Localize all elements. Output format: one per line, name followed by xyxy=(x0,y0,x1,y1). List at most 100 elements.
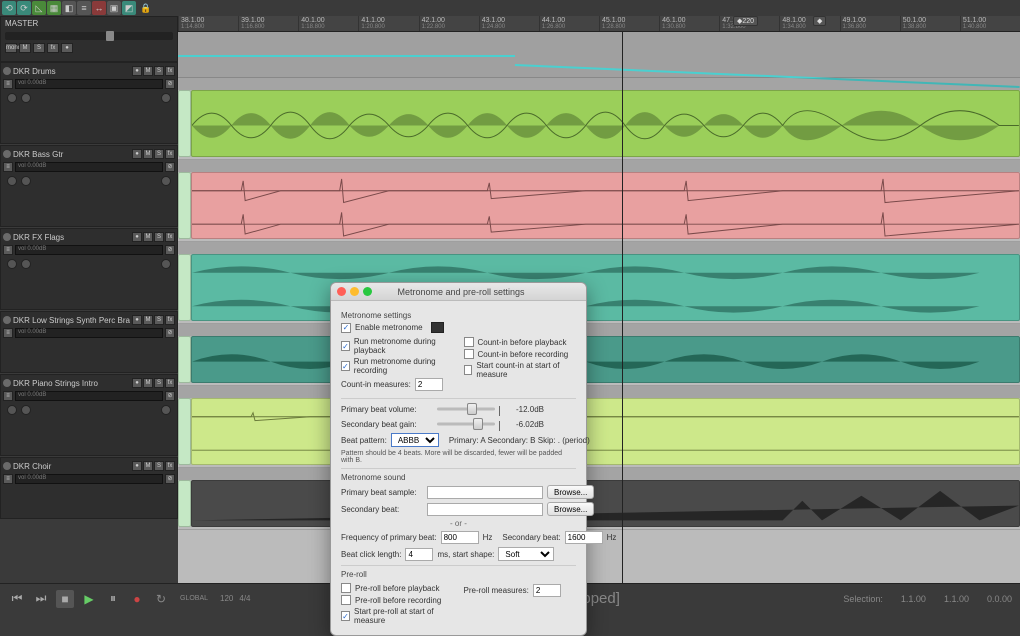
track-fx-button[interactable]: fx xyxy=(165,378,175,388)
selection-start[interactable]: 1.1.00 xyxy=(901,594,926,604)
track-phase-button[interactable]: ⊘ xyxy=(165,328,175,338)
track-lane[interactable] xyxy=(178,324,1020,386)
track-header[interactable]: DKR Low Strings Synth Perc Brass ● M S f… xyxy=(0,311,178,373)
track-color-dot[interactable] xyxy=(3,150,11,158)
track-solo-button[interactable]: S xyxy=(154,232,164,242)
track-send-knob[interactable] xyxy=(161,176,171,186)
run-playback-checkbox[interactable] xyxy=(341,341,350,351)
automation-mode[interactable]: GLOBAL xyxy=(180,595,208,603)
track-rec-button[interactable]: ● xyxy=(132,378,142,388)
track-pan-knob[interactable] xyxy=(7,405,17,415)
track-vol-readout[interactable]: vol 0.00dB xyxy=(15,328,163,338)
freq-primary-input[interactable] xyxy=(441,531,479,544)
track-phase-button[interactable]: ⊘ xyxy=(165,391,175,401)
audio-clip[interactable] xyxy=(191,336,1020,383)
track-solo-button[interactable]: S xyxy=(154,461,164,471)
record-button[interactable]: ● xyxy=(128,590,146,608)
track-phase-button[interactable]: ⊘ xyxy=(165,245,175,255)
track-send-knob[interactable] xyxy=(161,93,171,103)
tool-crossfade-icon[interactable]: ⟳ xyxy=(17,1,31,15)
countin-playback-checkbox[interactable] xyxy=(464,337,474,347)
track-fx-button[interactable]: fx xyxy=(165,315,175,325)
playhead[interactable] xyxy=(622,32,623,583)
tracks-scroll[interactable] xyxy=(178,32,1020,583)
secondary-gain-slider[interactable] xyxy=(437,418,495,430)
track-lane[interactable] xyxy=(178,242,1020,324)
ruler-cell[interactable]: 42.1.001:22.800 xyxy=(419,16,479,31)
ruler-cell[interactable]: 48.1.001:34.800 xyxy=(779,16,839,31)
countin-recording-checkbox[interactable] xyxy=(464,349,474,359)
tool-env-icon[interactable]: ◺ xyxy=(32,1,46,15)
track-trim-button[interactable]: ≡ xyxy=(3,79,13,89)
primary-sample-input[interactable] xyxy=(427,486,543,499)
track-trim-button[interactable]: ≡ xyxy=(3,328,13,338)
tool-move-icon[interactable]: ↔ xyxy=(92,1,106,15)
track-fx-button[interactable]: fx xyxy=(165,461,175,471)
tool-ripple-icon[interactable]: ≡ xyxy=(77,1,91,15)
master-rec-button[interactable]: ● xyxy=(61,43,73,53)
marker[interactable]: ◆ xyxy=(813,16,826,26)
ruler-cell[interactable]: 45.1.001:28.800 xyxy=(599,16,659,31)
audio-clip[interactable] xyxy=(191,90,1020,157)
ruler-cell[interactable]: 40.1.001:18.800 xyxy=(298,16,358,31)
master-mono-button[interactable]: mono xyxy=(5,43,17,53)
track-rec-button[interactable]: ● xyxy=(132,232,142,242)
master-mute-button[interactable]: M xyxy=(19,43,31,53)
tool-grid-icon[interactable]: ▦ xyxy=(47,1,61,15)
ruler-cell[interactable]: 38.1.001:14.800 xyxy=(178,16,238,31)
preroll-playback-checkbox[interactable] xyxy=(341,583,351,593)
track-phase-button[interactable]: ⊘ xyxy=(165,474,175,484)
ruler-cell[interactable]: 51.1.001:40.800 xyxy=(960,16,1020,31)
tool-group-icon[interactable]: ▣ xyxy=(107,1,121,15)
bpm-readout[interactable]: 120 xyxy=(220,594,233,603)
master-fx-button[interactable]: fx xyxy=(47,43,59,53)
track-width-knob[interactable] xyxy=(21,93,31,103)
pause-button[interactable]: ⏸ xyxy=(104,590,122,608)
track-header[interactable]: DKR Drums ● M S fx ≡ vol 0.00dB ⊘ xyxy=(0,62,178,144)
metronome-pad-button[interactable] xyxy=(431,322,444,333)
track-lane[interactable] xyxy=(178,160,1020,242)
track-trim-button[interactable]: ≡ xyxy=(3,474,13,484)
track-fx-button[interactable]: fx xyxy=(165,66,175,76)
track-mute-button[interactable]: M xyxy=(143,461,153,471)
ruler-cell[interactable]: 41.1.001:20.800 xyxy=(358,16,418,31)
run-recording-checkbox[interactable] xyxy=(341,361,350,371)
selection-length[interactable]: 0.0.00 xyxy=(987,594,1012,604)
beat-pattern-select[interactable]: ABBB xyxy=(391,433,439,447)
track-header[interactable]: DKR Bass Gtr ● M S fx ≡ vol 0.00dB ⊘ xyxy=(0,145,178,227)
track-mute-button[interactable]: M xyxy=(143,232,153,242)
track-mute-button[interactable]: M xyxy=(143,149,153,159)
countin-measures-input[interactable] xyxy=(415,378,443,391)
track-width-knob[interactable] xyxy=(21,259,31,269)
play-button[interactable]: ▶ xyxy=(80,590,98,608)
close-icon[interactable] xyxy=(337,287,346,296)
track-lane[interactable] xyxy=(178,78,1020,160)
audio-clip[interactable] xyxy=(191,480,1020,527)
track-mute-button[interactable]: M xyxy=(143,66,153,76)
enable-metronome-checkbox[interactable] xyxy=(341,323,351,333)
browse-button[interactable]: Browse... xyxy=(547,502,594,516)
tool-snap-icon[interactable]: ◧ xyxy=(62,1,76,15)
track-vol-readout[interactable]: vol 0.00dB xyxy=(15,162,163,172)
master-lane[interactable] xyxy=(178,32,1020,78)
timesig-readout[interactable]: 4/4 xyxy=(239,594,250,603)
audio-clip[interactable] xyxy=(191,172,1020,239)
track-trim-button[interactable]: ≡ xyxy=(3,162,13,172)
stop-button[interactable]: ■ xyxy=(56,590,74,608)
track-solo-button[interactable]: S xyxy=(154,149,164,159)
browse-button[interactable]: Browse... xyxy=(547,485,594,499)
track-vol-readout[interactable]: vol 0.00dB xyxy=(15,391,163,401)
track-vol-readout[interactable]: vol 0.00dB xyxy=(15,474,163,484)
minimize-icon[interactable] xyxy=(350,287,359,296)
track-header[interactable]: DKR FX Flags ● M S fx ≡ vol 0.00dB ⊘ xyxy=(0,228,178,310)
start-countin-checkbox[interactable] xyxy=(464,365,473,375)
track-width-knob[interactable] xyxy=(21,176,31,186)
track-pan-knob[interactable] xyxy=(7,93,17,103)
track-vol-readout[interactable]: vol 0.00dB xyxy=(15,245,163,255)
track-color-dot[interactable] xyxy=(3,67,11,75)
track-color-dot[interactable] xyxy=(3,379,11,387)
track-color-dot[interactable] xyxy=(3,462,11,470)
track-pan-knob[interactable] xyxy=(7,259,17,269)
track-mute-button[interactable]: M xyxy=(143,315,153,325)
go-start-button[interactable]: ⏮ xyxy=(8,590,26,608)
